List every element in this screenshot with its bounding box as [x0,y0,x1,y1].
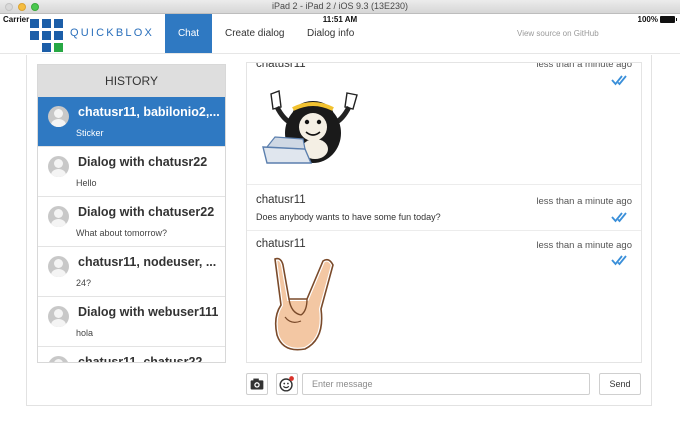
avatar-icon [48,356,69,362]
dialog-last-message: hola [76,328,94,338]
message-list[interactable]: chatusr11 less than a minute ago chatusr… [246,62,642,363]
smiley-icon [279,376,294,392]
battery-icon [660,16,677,23]
message-sender: chatusr11 [256,194,306,206]
dialog-item[interactable]: Dialog with chatuser22 What about tomorr… [38,197,225,247]
dialog-last-message: What about tomorrow? [76,228,168,238]
camera-icon [250,378,264,390]
avatar-icon [48,156,69,177]
dialog-item[interactable]: chatusr11, nodeuser, ... 24? [38,247,225,297]
double-check-icon [611,255,627,266]
dialog-name: chatusr11, babilonio2,... [78,105,220,119]
brand-name: QUICKBLOX [70,27,154,39]
window-title: iPad 2 - iPad 2 / iOS 9.3 (13E230) [271,1,409,11]
history-list[interactable]: HISTORY chatusr11, babilonio2,... Sticke… [37,64,226,363]
avatar-icon [48,106,69,127]
ios-status-bar: Carrier 11:51 AM 100% [0,14,680,26]
monkey-laptop-sticker [262,90,358,164]
avatar-icon [48,206,69,227]
dialog-item[interactable]: chatusr11, babilonio2,... Sticker [38,97,225,147]
dialog-name: Dialog with webuser111 [78,305,219,319]
rock-hand-sticker [272,256,336,352]
dialog-name: Dialog with chatusr22 [78,155,208,169]
simulator-window: iPad 2 - iPad 2 / iOS 9.3 (13E230) QUICK… [0,0,680,426]
message-item: chatusr11 less than a minute ago [247,62,641,185]
double-check-icon [611,75,627,86]
dialog-last-message: Sticker [76,128,104,138]
status-time: 11:51 AM [322,15,358,24]
message-sender: chatusr11 [256,238,306,250]
dialog-last-message: Hello [76,178,97,188]
dialog-name: chatusr11, chatusr22 [78,355,203,363]
message-item: chatusr11 less than a minute ago Does an… [247,185,641,231]
history-title: HISTORY [38,65,225,97]
dialog-item[interactable]: chatusr11, chatusr22 [38,347,225,363]
window-titlebar: iPad 2 - iPad 2 / iOS 9.3 (13E230) [0,0,680,14]
message-time: less than a minute ago [536,62,632,70]
send-button[interactable]: Send [599,373,641,395]
dialog-name: Dialog with chatuser22 [78,205,215,219]
dialog-name: chatusr11, nodeuser, ... [78,255,217,269]
double-check-icon [611,212,627,223]
message-text: Does anybody wants to have some fun toda… [256,212,441,222]
dialog-item[interactable]: Dialog with chatusr22 Hello [38,147,225,197]
message-composer: Send [246,373,642,397]
message-input[interactable] [302,373,590,395]
message-time: less than a minute ago [536,240,632,251]
message-time: less than a minute ago [536,196,632,207]
message-sender: chatusr11 [256,62,306,70]
dialog-item[interactable]: Dialog with webuser111 hola [38,297,225,347]
dialog-last-message: 24? [76,278,92,288]
sticker-button[interactable] [276,373,298,395]
message-item: chatusr11 less than a minute ago [247,231,641,362]
avatar-icon [48,256,69,277]
attach-camera-button[interactable] [246,373,268,395]
battery-percent: 100% [637,15,658,24]
avatar-icon [48,306,69,327]
